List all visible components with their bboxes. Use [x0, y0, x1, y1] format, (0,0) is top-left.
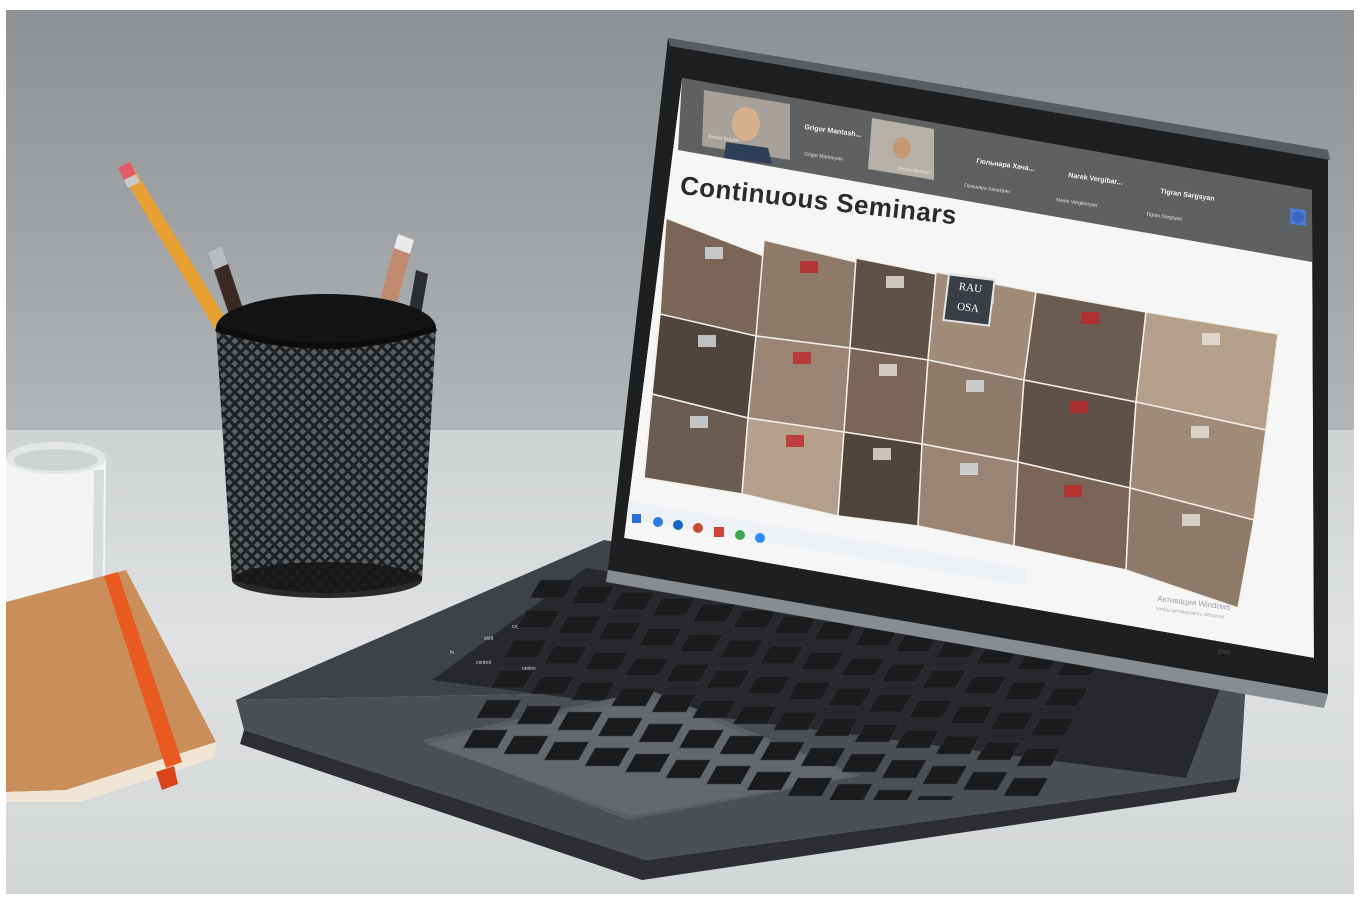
seminar-photo [849, 257, 937, 361]
keyboard-key[interactable] [840, 753, 887, 773]
keyboard-key[interactable] [854, 723, 900, 743]
powerpoint-icon[interactable] [693, 523, 703, 533]
keyboard-key[interactable] [678, 729, 725, 749]
keyboard-key[interactable] [624, 753, 671, 773]
keyboard-key[interactable] [921, 765, 968, 785]
keyboard-key[interactable] [908, 795, 954, 800]
keyboard-key[interactable] [529, 579, 575, 599]
keyboard-key[interactable] [529, 675, 576, 695]
outlook-icon[interactable] [653, 517, 663, 527]
keyboard-key[interactable] [462, 729, 509, 749]
seminar-photo-detail [1070, 401, 1088, 413]
seminar-photo-detail [698, 335, 716, 347]
seminar-photo [843, 347, 929, 445]
keyboard-key[interactable] [1029, 717, 1076, 737]
keyboard-key[interactable] [813, 717, 860, 737]
seminar-photo-detail [873, 448, 891, 460]
logo-line-2: OSA [956, 300, 980, 316]
seminar-photo-detail [879, 364, 897, 376]
keyboard-key[interactable] [543, 645, 589, 665]
keyboard-key[interactable] [516, 705, 562, 725]
seminar-photo-detail [793, 352, 811, 364]
taskbar-icons [632, 514, 765, 543]
seminar-photo-detail [1191, 426, 1209, 438]
seminar-photo-detail [1081, 312, 1099, 324]
scene: tab caps lock shift fn control option [6, 10, 1354, 894]
seminar-photo-detail [966, 380, 984, 392]
chrome-icon[interactable] [735, 530, 745, 540]
office-icon[interactable] [714, 527, 724, 537]
keyboard-key[interactable] [476, 699, 522, 719]
keyboard-key[interactable] [800, 747, 846, 767]
keyboard-key[interactable] [584, 747, 630, 767]
keyboard-key[interactable] [1016, 747, 1062, 767]
seminar-photo-detail [690, 416, 708, 428]
keyboard-key[interactable] [746, 771, 792, 791]
keyboard-key[interactable] [868, 789, 914, 800]
keyboard-key[interactable] [638, 723, 684, 743]
keyboard-key[interactable] [502, 639, 549, 659]
keyboard-key[interactable] [759, 741, 806, 761]
keyboard-key[interactable] [1003, 777, 1049, 797]
keyboard-key[interactable] [975, 741, 1022, 761]
keyboard-key[interactable] [543, 741, 590, 761]
seminar-photo-detail [1182, 514, 1200, 526]
seminar-photo-detail [1064, 485, 1082, 497]
seminar-photo [747, 335, 851, 433]
keyboard-key[interactable] [665, 759, 711, 779]
keyboard-key[interactable] [894, 729, 941, 749]
screen-display [624, 78, 1314, 658]
keyboard-key[interactable] [787, 777, 833, 797]
seminar-photo-detail [800, 261, 818, 273]
rau-osa-logo: RAU OSA [942, 273, 996, 327]
keyboard-key[interactable] [881, 759, 927, 779]
keyboard-key[interactable] [556, 615, 602, 635]
keyboard-key[interactable] [719, 735, 765, 755]
keyboard-key[interactable] [489, 669, 535, 689]
keyboard-key[interactable] [557, 711, 603, 731]
seminar-photo-detail [786, 435, 804, 447]
keyboard-key[interactable] [827, 783, 873, 800]
seminar-photo-detail [1202, 333, 1220, 345]
keyboard-key[interactable] [962, 771, 1008, 791]
windows-start-icon[interactable] [632, 514, 641, 523]
keyboard-key[interactable] [935, 735, 981, 755]
zoom-icon[interactable] [755, 533, 765, 543]
keyboard-key[interactable] [503, 735, 549, 755]
edge-icon[interactable] [673, 520, 683, 530]
seminar-photo-detail [886, 276, 904, 288]
keyboard-key[interactable] [705, 765, 752, 785]
seminar-photo-detail [705, 247, 723, 259]
seminar-photo-detail [960, 463, 978, 475]
seminar-photo [837, 431, 923, 527]
keyboard-key[interactable] [516, 609, 562, 629]
keyboard-key[interactable] [597, 717, 644, 737]
